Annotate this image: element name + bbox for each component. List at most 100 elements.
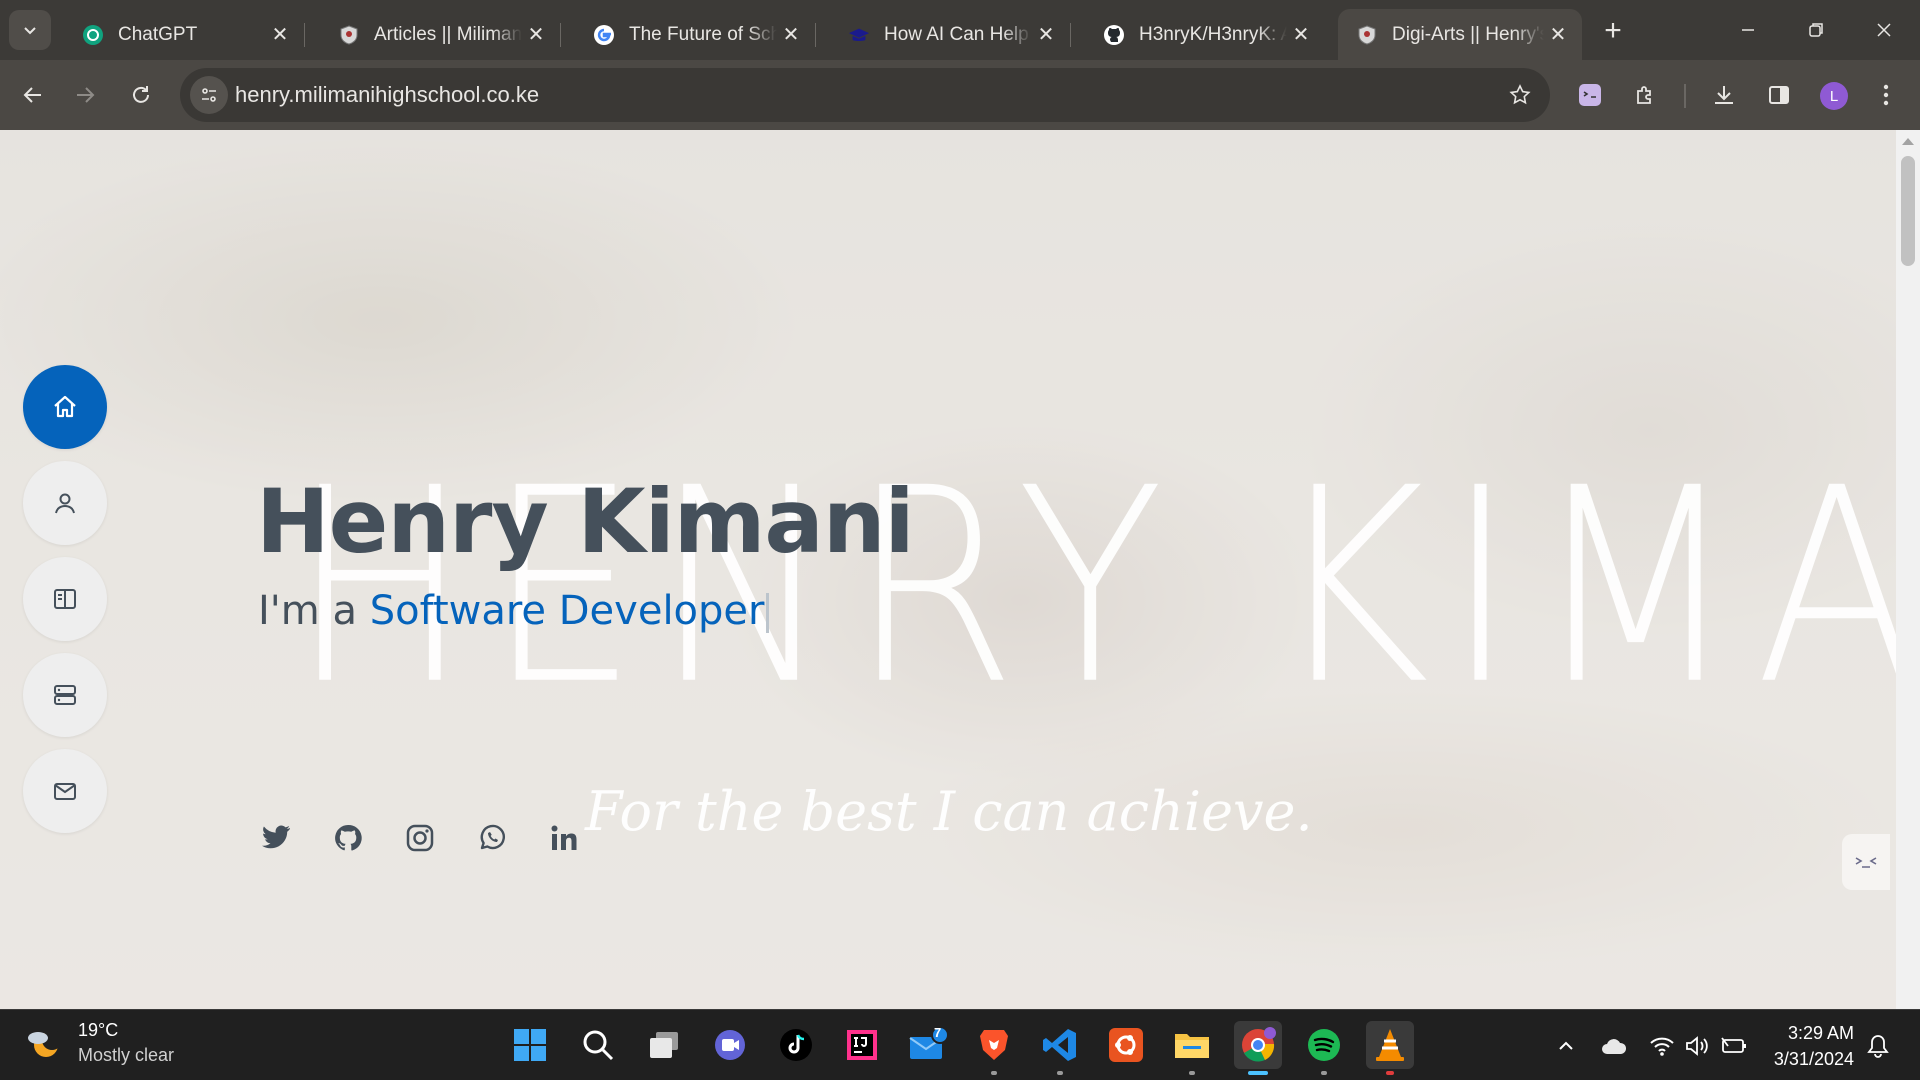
chevron-down-icon [24, 27, 36, 35]
mail-icon [909, 1027, 948, 1059]
teams-icon [715, 1030, 745, 1060]
tab-close-icon[interactable]: ✕ [1287, 21, 1315, 49]
tiktok-icon [780, 1029, 812, 1061]
downloads-button[interactable] [1703, 74, 1745, 116]
linkedin-link[interactable] [546, 820, 582, 856]
mail-badge: 7 [934, 1025, 942, 1040]
scroll-up-arrow[interactable] [1902, 138, 1914, 145]
site-info-icon[interactable] [190, 76, 228, 114]
graduation-cap-icon [848, 24, 870, 46]
taskbar-search-button[interactable] [574, 1021, 622, 1069]
side-panel-icon [1769, 86, 1789, 104]
taskbar-vlc[interactable] [1366, 1021, 1414, 1075]
battery-tray[interactable] [1720, 1032, 1748, 1060]
taskbar-file-explorer[interactable] [1168, 1021, 1216, 1075]
forward-button[interactable] [64, 74, 106, 116]
bookmark-star-icon[interactable] [1502, 77, 1538, 113]
taskbar-chrome[interactable] [1234, 1021, 1282, 1075]
close-window-button[interactable] [1856, 8, 1912, 52]
weather-widget[interactable]: 19°C Mostly clear [24, 1020, 174, 1066]
vlc-icon [1376, 1029, 1404, 1061]
system-clock[interactable]: 3:29 AM 3/31/2024 [1764, 1020, 1854, 1072]
page-scrollbar[interactable] [1896, 130, 1920, 1009]
back-button[interactable] [12, 74, 54, 116]
github-link[interactable] [330, 820, 366, 856]
more-vertical-icon [1883, 84, 1889, 106]
tab-title: Articles || Milimani [374, 23, 522, 45]
ubuntu-icon [1109, 1028, 1143, 1062]
puzzle-icon [1637, 86, 1651, 104]
extension-button[interactable] [1569, 74, 1611, 116]
task-view-button[interactable] [640, 1021, 688, 1069]
weather-desc: Mostly clear [78, 1045, 175, 1065]
onedrive-tray[interactable] [1600, 1032, 1628, 1060]
whatsapp-link[interactable] [474, 820, 510, 856]
school-crest-icon [1356, 24, 1378, 46]
address-bar[interactable]: henry.milimanihighschool.co.ke [180, 68, 1550, 122]
scrollbar-thumb[interactable] [1901, 156, 1915, 266]
folder-icon [1175, 1034, 1209, 1058]
twitter-link[interactable] [258, 820, 294, 856]
url-text[interactable]: henry.milimanihighschool.co.ke [235, 68, 539, 122]
nav-services-button[interactable] [23, 653, 107, 737]
tab-github-repo[interactable]: H3nryK/H3nryK: AI ✕ [1085, 9, 1325, 60]
tab-future-of-school[interactable]: The Future of Scho ✕ [575, 9, 816, 60]
minimize-button[interactable] [1720, 8, 1776, 52]
notifications-button[interactable] [1864, 1032, 1892, 1060]
taskbar-teams[interactable] [706, 1021, 754, 1069]
nav-contact-button[interactable] [23, 749, 107, 833]
search-icon [583, 1030, 614, 1061]
taskbar-brave[interactable] [970, 1021, 1018, 1075]
school-crest-icon [338, 24, 360, 46]
taskbar-spotify[interactable] [1300, 1021, 1348, 1075]
hero-name: Henry Kimani [256, 470, 915, 573]
side-panel-button[interactable] [1758, 74, 1800, 116]
profile-avatar[interactable]: L [1820, 82, 1848, 110]
intellij-icon [847, 1030, 877, 1060]
restore-button[interactable] [1788, 8, 1844, 52]
extensions-menu-button[interactable] [1624, 74, 1666, 116]
nav-about-button[interactable] [23, 461, 107, 545]
floating-extension-widget[interactable] [1842, 834, 1890, 890]
browser-toolbar: henry.milimanihighschool.co.ke [0, 60, 1920, 130]
wifi-tray[interactable] [1648, 1032, 1676, 1060]
browser-menu-button[interactable] [1865, 74, 1907, 116]
nav-home-button[interactable] [23, 365, 107, 449]
taskbar-intellij[interactable] [838, 1021, 886, 1069]
tab-close-icon[interactable]: ✕ [1032, 21, 1060, 49]
running-indicator [991, 1071, 997, 1075]
tab-how-ai-can-help[interactable]: How AI Can Help w ✕ [830, 9, 1071, 60]
tab-close-icon[interactable]: ✕ [522, 21, 550, 49]
task-view-icon [650, 1032, 678, 1058]
whatsapp-icon [480, 824, 505, 850]
taskbar-tiktok[interactable] [772, 1021, 820, 1069]
tab-close-icon[interactable]: ✕ [266, 21, 294, 49]
reload-button[interactable] [120, 74, 162, 116]
home-icon [54, 395, 76, 418]
taskbar-mail[interactable]: 7 [904, 1021, 952, 1069]
code-face-icon [1855, 857, 1877, 868]
tab-search-button[interactable] [9, 10, 51, 50]
book-icon [54, 589, 76, 609]
volume-tray[interactable] [1683, 1032, 1711, 1060]
show-hidden-icons-button[interactable] [1552, 1032, 1580, 1060]
arrow-right-icon [77, 87, 95, 103]
start-button[interactable] [506, 1021, 554, 1069]
toolbar-divider [1684, 84, 1686, 108]
instagram-link[interactable] [402, 820, 438, 856]
tagline: For the best I can achieve. [585, 780, 1313, 843]
extension-app-icon [1579, 84, 1601, 106]
typed-role: Software Developer [369, 588, 765, 634]
tab-close-icon[interactable]: ✕ [1544, 21, 1572, 49]
taskbar-ubuntu[interactable] [1102, 1021, 1150, 1069]
tab-chatgpt[interactable]: ChatGPT ✕ [64, 9, 305, 60]
tab-digi-arts[interactable]: Digi-Arts || Henry's ✕ [1338, 9, 1582, 60]
new-tab-button[interactable]: + [1596, 14, 1630, 48]
github-icon [335, 824, 362, 851]
close-icon [1877, 23, 1891, 37]
nav-resume-button[interactable] [23, 557, 107, 641]
tab-close-icon[interactable]: ✕ [777, 21, 805, 49]
taskbar-vscode[interactable] [1036, 1021, 1084, 1075]
battery-charging-icon [1721, 1037, 1746, 1053]
tab-articles[interactable]: Articles || Milimani ✕ [320, 9, 561, 60]
